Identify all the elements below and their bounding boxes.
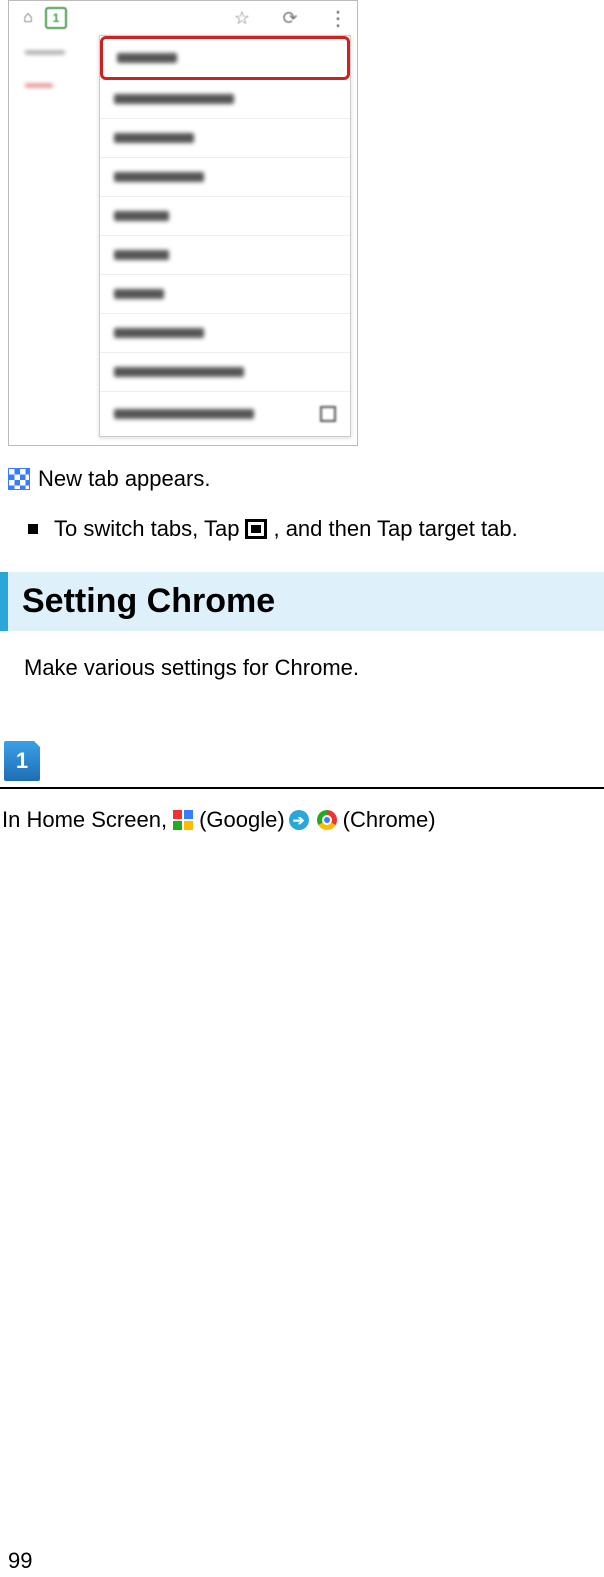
menu-item-add-to-home [100, 353, 350, 392]
menu-label [114, 94, 234, 104]
step-divider [0, 787, 604, 789]
menu-item-find-in-page [100, 314, 350, 353]
home-icon: ⌂ [17, 7, 39, 29]
result-line: New tab appears. [8, 466, 604, 492]
bullet-icon [28, 524, 38, 534]
step-instruction: In Home Screen, (Google) ➔ (Chrome) [2, 807, 600, 833]
menu-item-share [100, 236, 350, 275]
checkered-flag-icon [8, 468, 30, 490]
menu-label [114, 328, 204, 338]
menu-item-new-incognito [100, 80, 350, 119]
tab-switcher-icon: 1 [45, 7, 67, 29]
step-chrome-label: (Chrome) [343, 807, 436, 833]
switch-pre: To switch tabs, Tap [54, 516, 239, 542]
menu-item-recent-tabs [100, 158, 350, 197]
next-arrow-icon: ➔ [289, 810, 309, 830]
menu-label [114, 367, 244, 377]
overflow-menu-panel [99, 35, 351, 437]
step-number: 1 [16, 748, 28, 774]
step-number-badge: 1 [4, 741, 40, 781]
star-icon: ☆ [231, 7, 253, 29]
download-arrow-icon: ⟳ [279, 7, 301, 29]
checkbox-icon [320, 406, 336, 422]
menu-label [114, 172, 204, 182]
kebab-menu-icon: ⋮ [327, 7, 349, 29]
screenshot-toolbar: ⌂ 1 ☆ ⟳ ⋮ [9, 1, 357, 35]
section-heading: Setting Chrome [22, 582, 590, 621]
step-google-label: (Google) [199, 807, 285, 833]
menu-label [114, 133, 194, 143]
result-text: New tab appears. [38, 466, 210, 492]
switch-post: , and then Tap target tab. [273, 516, 517, 542]
step-pre: In Home Screen, [2, 807, 167, 833]
menu-label [117, 53, 177, 63]
menu-item-history [100, 197, 350, 236]
menu-label [114, 250, 169, 260]
background-page-blur [19, 35, 89, 437]
section-heading-bar: Setting Chrome [0, 572, 604, 631]
section-intro: Make various settings for Chrome. [24, 655, 596, 681]
chrome-menu-screenshot: ⌂ 1 ☆ ⟳ ⋮ [8, 0, 358, 446]
menu-item-print [100, 275, 350, 314]
chrome-app-icon [317, 810, 337, 830]
menu-label [114, 409, 254, 419]
menu-label [114, 211, 169, 221]
menu-item-bookmarks [100, 119, 350, 158]
google-folder-icon [173, 810, 193, 830]
page-number: 99 [8, 1548, 32, 1574]
menu-item-new-tab [100, 36, 350, 80]
menu-item-request-desktop [100, 392, 350, 436]
note-switch-tabs: To switch tabs, Tap , and then Tap targe… [28, 516, 596, 542]
tab-switcher-inline-icon [245, 519, 267, 539]
menu-label [114, 289, 164, 299]
